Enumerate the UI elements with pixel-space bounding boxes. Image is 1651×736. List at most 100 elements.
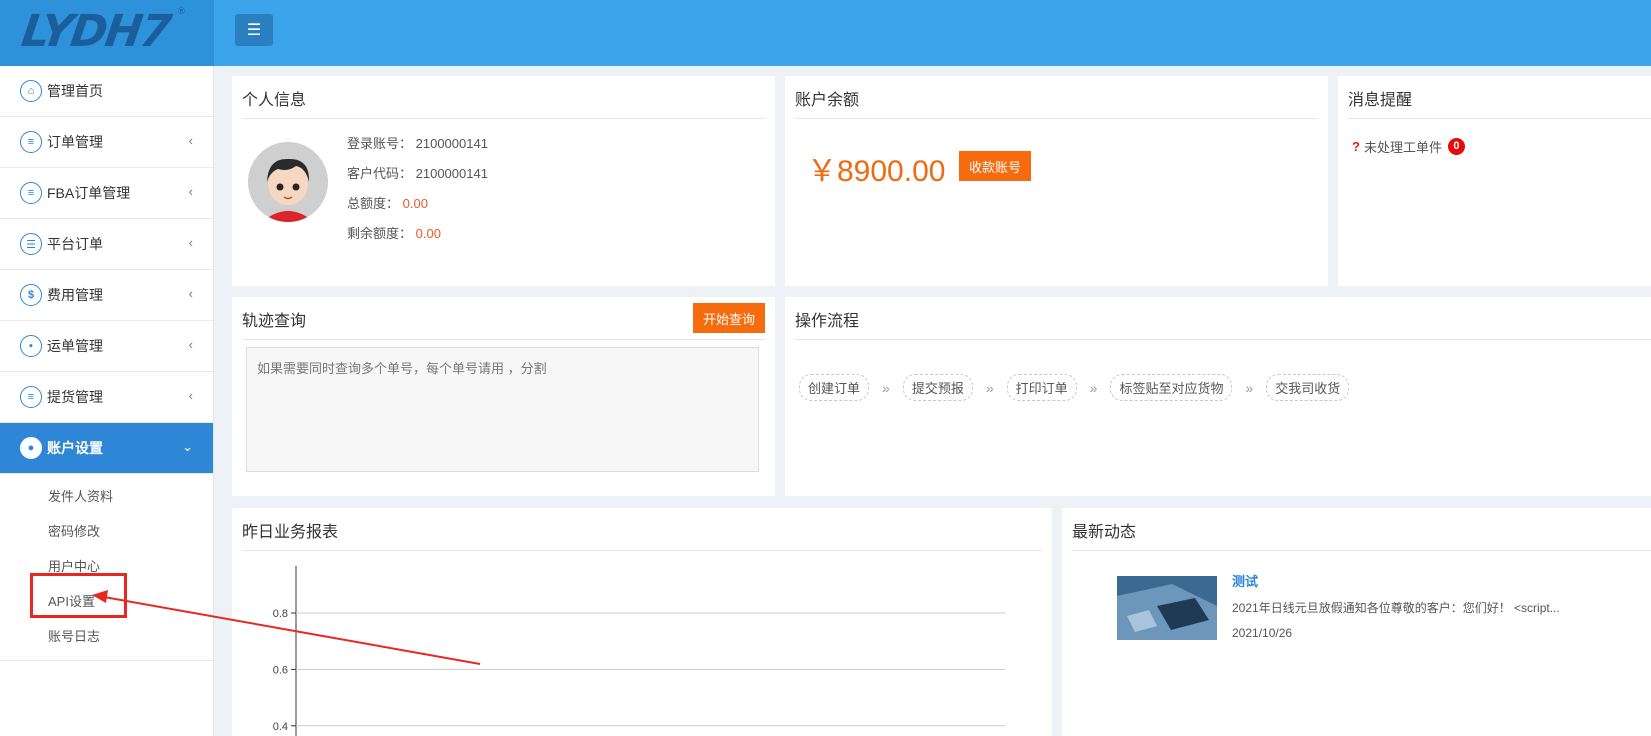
divider [242, 339, 765, 340]
menu-toggle-button[interactable]: ☰ [235, 14, 273, 46]
panel-title: 账户余额 [795, 92, 860, 109]
customer-code-label: 客户代码： [347, 166, 413, 181]
report-panel: 昨日业务报表 0.8 0.6 0.4 [232, 508, 1052, 736]
logo-area: LYDH7 ® [0, 0, 214, 66]
tracking-number-input[interactable]: 如果需要同时查询多个单号，每个单号请用 ，分割 [246, 347, 759, 472]
remaining-quota-label: 剩余额度： [347, 226, 413, 241]
panel-title: 消息提醒 [1348, 92, 1413, 109]
panel-title: 最新动态 [1072, 524, 1137, 541]
avatar [248, 142, 328, 222]
question-icon: ? [1352, 139, 1360, 154]
balance-panel: 账户余额 ￥8900.00 收款账号 [785, 76, 1328, 286]
sidebar-item-fba-orders[interactable]: ≡ FBA订单管理 ‹ [0, 168, 213, 219]
news-item-date: 2021/10/26 [1232, 626, 1293, 640]
customer-code-value: 2100000141 [415, 166, 488, 181]
chevron-left-icon: ‹ [188, 286, 193, 301]
list-icon: ☰ [20, 233, 42, 255]
panel-title: 个人信息 [242, 92, 307, 109]
sidebar-item-account-settings[interactable]: ● 账户设置 ⌄ [0, 423, 213, 474]
total-quota-value: 0.00 [402, 196, 428, 211]
sidebar-item-orders[interactable]: ≡ 订单管理 ‹ [0, 117, 213, 168]
annotation-highlight-box [30, 573, 127, 618]
sidebar-item-label: 平台订单 [47, 236, 103, 252]
start-query-button[interactable]: 开始查询 [693, 303, 765, 333]
document-icon: ≡ [20, 386, 42, 408]
total-quota-row: 总额度： 0.00 [347, 193, 428, 212]
double-chevron-icon: » [1089, 379, 1098, 396]
tracking-panel: 轨迹查询 开始查询 如果需要同时查询多个单号，每个单号请用 ，分割 [232, 297, 775, 496]
sidebar-item-pickup[interactable]: ≡ 提货管理 ‹ [0, 372, 213, 423]
sidebar-item-label: 提货管理 [47, 389, 103, 405]
report-chart: 0.8 0.6 0.4 [273, 566, 1005, 736]
user-icon: ● [20, 437, 42, 459]
hamburger-icon: ☰ [246, 22, 262, 39]
login-account-value: 2100000141 [415, 136, 488, 151]
remaining-quota-value: 0.00 [415, 226, 441, 241]
unprocessed-tickets-link[interactable]: ? 未处理工单件 0 [1352, 137, 1465, 156]
divider [1072, 550, 1651, 551]
y-tick-label: 0.8 [273, 608, 288, 620]
y-tick-label: 0.6 [273, 664, 288, 676]
chevron-down-icon: ⌄ [182, 439, 193, 454]
document-icon: ≡ [20, 182, 42, 204]
sidebar-item-fees[interactable]: $ 费用管理 ‹ [0, 270, 213, 321]
flow-step-create-order: 创建订单 [799, 374, 870, 401]
balance-amount: ￥8900.00 [807, 155, 946, 188]
divider [242, 118, 765, 119]
logo: LYDH7 [18, 6, 173, 57]
divider [795, 118, 1318, 119]
sidebar-item-label: 费用管理 [47, 287, 103, 303]
chevron-left-icon: ‹ [188, 388, 193, 403]
news-thumbnail-image [1117, 576, 1217, 640]
chevron-left-icon: ‹ [188, 133, 193, 148]
workflow-steps: 创建订单 » 提交预报 » 打印订单 » 标签贴至对应货物 » 交我司收货 [799, 374, 1350, 401]
home-icon: ⌂ [20, 80, 42, 102]
flow-step-deliver-to-us: 交我司收货 [1266, 374, 1350, 401]
remaining-quota-row: 剩余额度： 0.00 [347, 223, 441, 242]
news-item-title[interactable]: 测试 [1232, 571, 1258, 590]
panel-title: 操作流程 [795, 313, 860, 330]
sidebar-item-platform-orders[interactable]: ☰ 平台订单 ‹ [0, 219, 213, 270]
y-tick-label: 0.4 [273, 721, 288, 733]
flow-step-attach-label: 标签贴至对应货物 [1110, 374, 1233, 401]
chevron-left-icon: ‹ [188, 184, 193, 199]
submenu-password-change[interactable]: 密码修改 [0, 514, 213, 549]
divider [795, 339, 1651, 340]
app-root: LYDH7 ® ☰ ⌂ 管理首页 ≡ 订单管理 ‹ ≡ FBA订单管理 ‹ ☰ … [0, 0, 1651, 736]
flow-step-print-order: 打印订单 [1006, 374, 1077, 401]
sidebar: ⌂ 管理首页 ≡ 订单管理 ‹ ≡ FBA订单管理 ‹ ☰ 平台订单 ‹ $ 费… [0, 66, 214, 736]
divider [1348, 118, 1651, 119]
total-quota-label: 总额度： [347, 196, 400, 211]
sidebar-item-waybills[interactable]: ▪ 运单管理 ‹ [0, 321, 213, 372]
submenu-sender-profile[interactable]: 发件人资料 [0, 479, 213, 514]
news-panel: 最新动态 测试 2021年日线元旦放假通知各位尊敬的客户：您们好！ <scrip… [1062, 508, 1651, 736]
double-chevron-icon: » [985, 379, 994, 396]
double-chevron-icon: » [1245, 379, 1254, 396]
top-bar: LYDH7 ® ☰ [0, 0, 1651, 66]
customer-code-row: 客户代码： 2100000141 [347, 163, 488, 182]
sidebar-item-label: FBA订单管理 [47, 185, 131, 201]
double-chevron-icon: » [882, 379, 890, 396]
unprocessed-tickets-label: 未处理工单件 [1363, 140, 1442, 155]
dollar-icon: $ [20, 284, 42, 306]
sidebar-item-label: 账户设置 [47, 440, 103, 456]
truck-icon: ▪ [20, 335, 42, 357]
submenu-account-log[interactable]: 账号日志 [0, 619, 213, 654]
messages-panel: 消息提醒 ? 未处理工单件 0 [1338, 76, 1651, 286]
payment-account-button[interactable]: 收款账号 [959, 151, 1031, 181]
sidebar-item-label: 管理首页 [47, 83, 103, 99]
count-badge: 0 [1447, 138, 1465, 155]
panel-title: 轨迹查询 [242, 313, 307, 330]
chevron-left-icon: ‹ [188, 337, 193, 352]
sidebar-item-label: 运单管理 [47, 338, 103, 354]
personal-info-panel: 个人信息 登录账号： 2100000141 客户代码： 2100000141 总… [232, 76, 775, 286]
chevron-left-icon: ‹ [188, 235, 193, 250]
news-thumbnail[interactable] [1117, 576, 1217, 640]
logo-registered-mark: ® [178, 6, 185, 16]
login-account-label: 登录账号： [347, 136, 413, 151]
account-settings-submenu: 发件人资料 密码修改 用户中心 API设置 账号日志 [0, 474, 213, 661]
sidebar-item-label: 订单管理 [47, 134, 103, 150]
flow-step-submit-forecast: 提交预报 [902, 374, 973, 401]
sidebar-item-home[interactable]: ⌂ 管理首页 [0, 66, 213, 117]
document-icon: ≡ [20, 131, 42, 153]
